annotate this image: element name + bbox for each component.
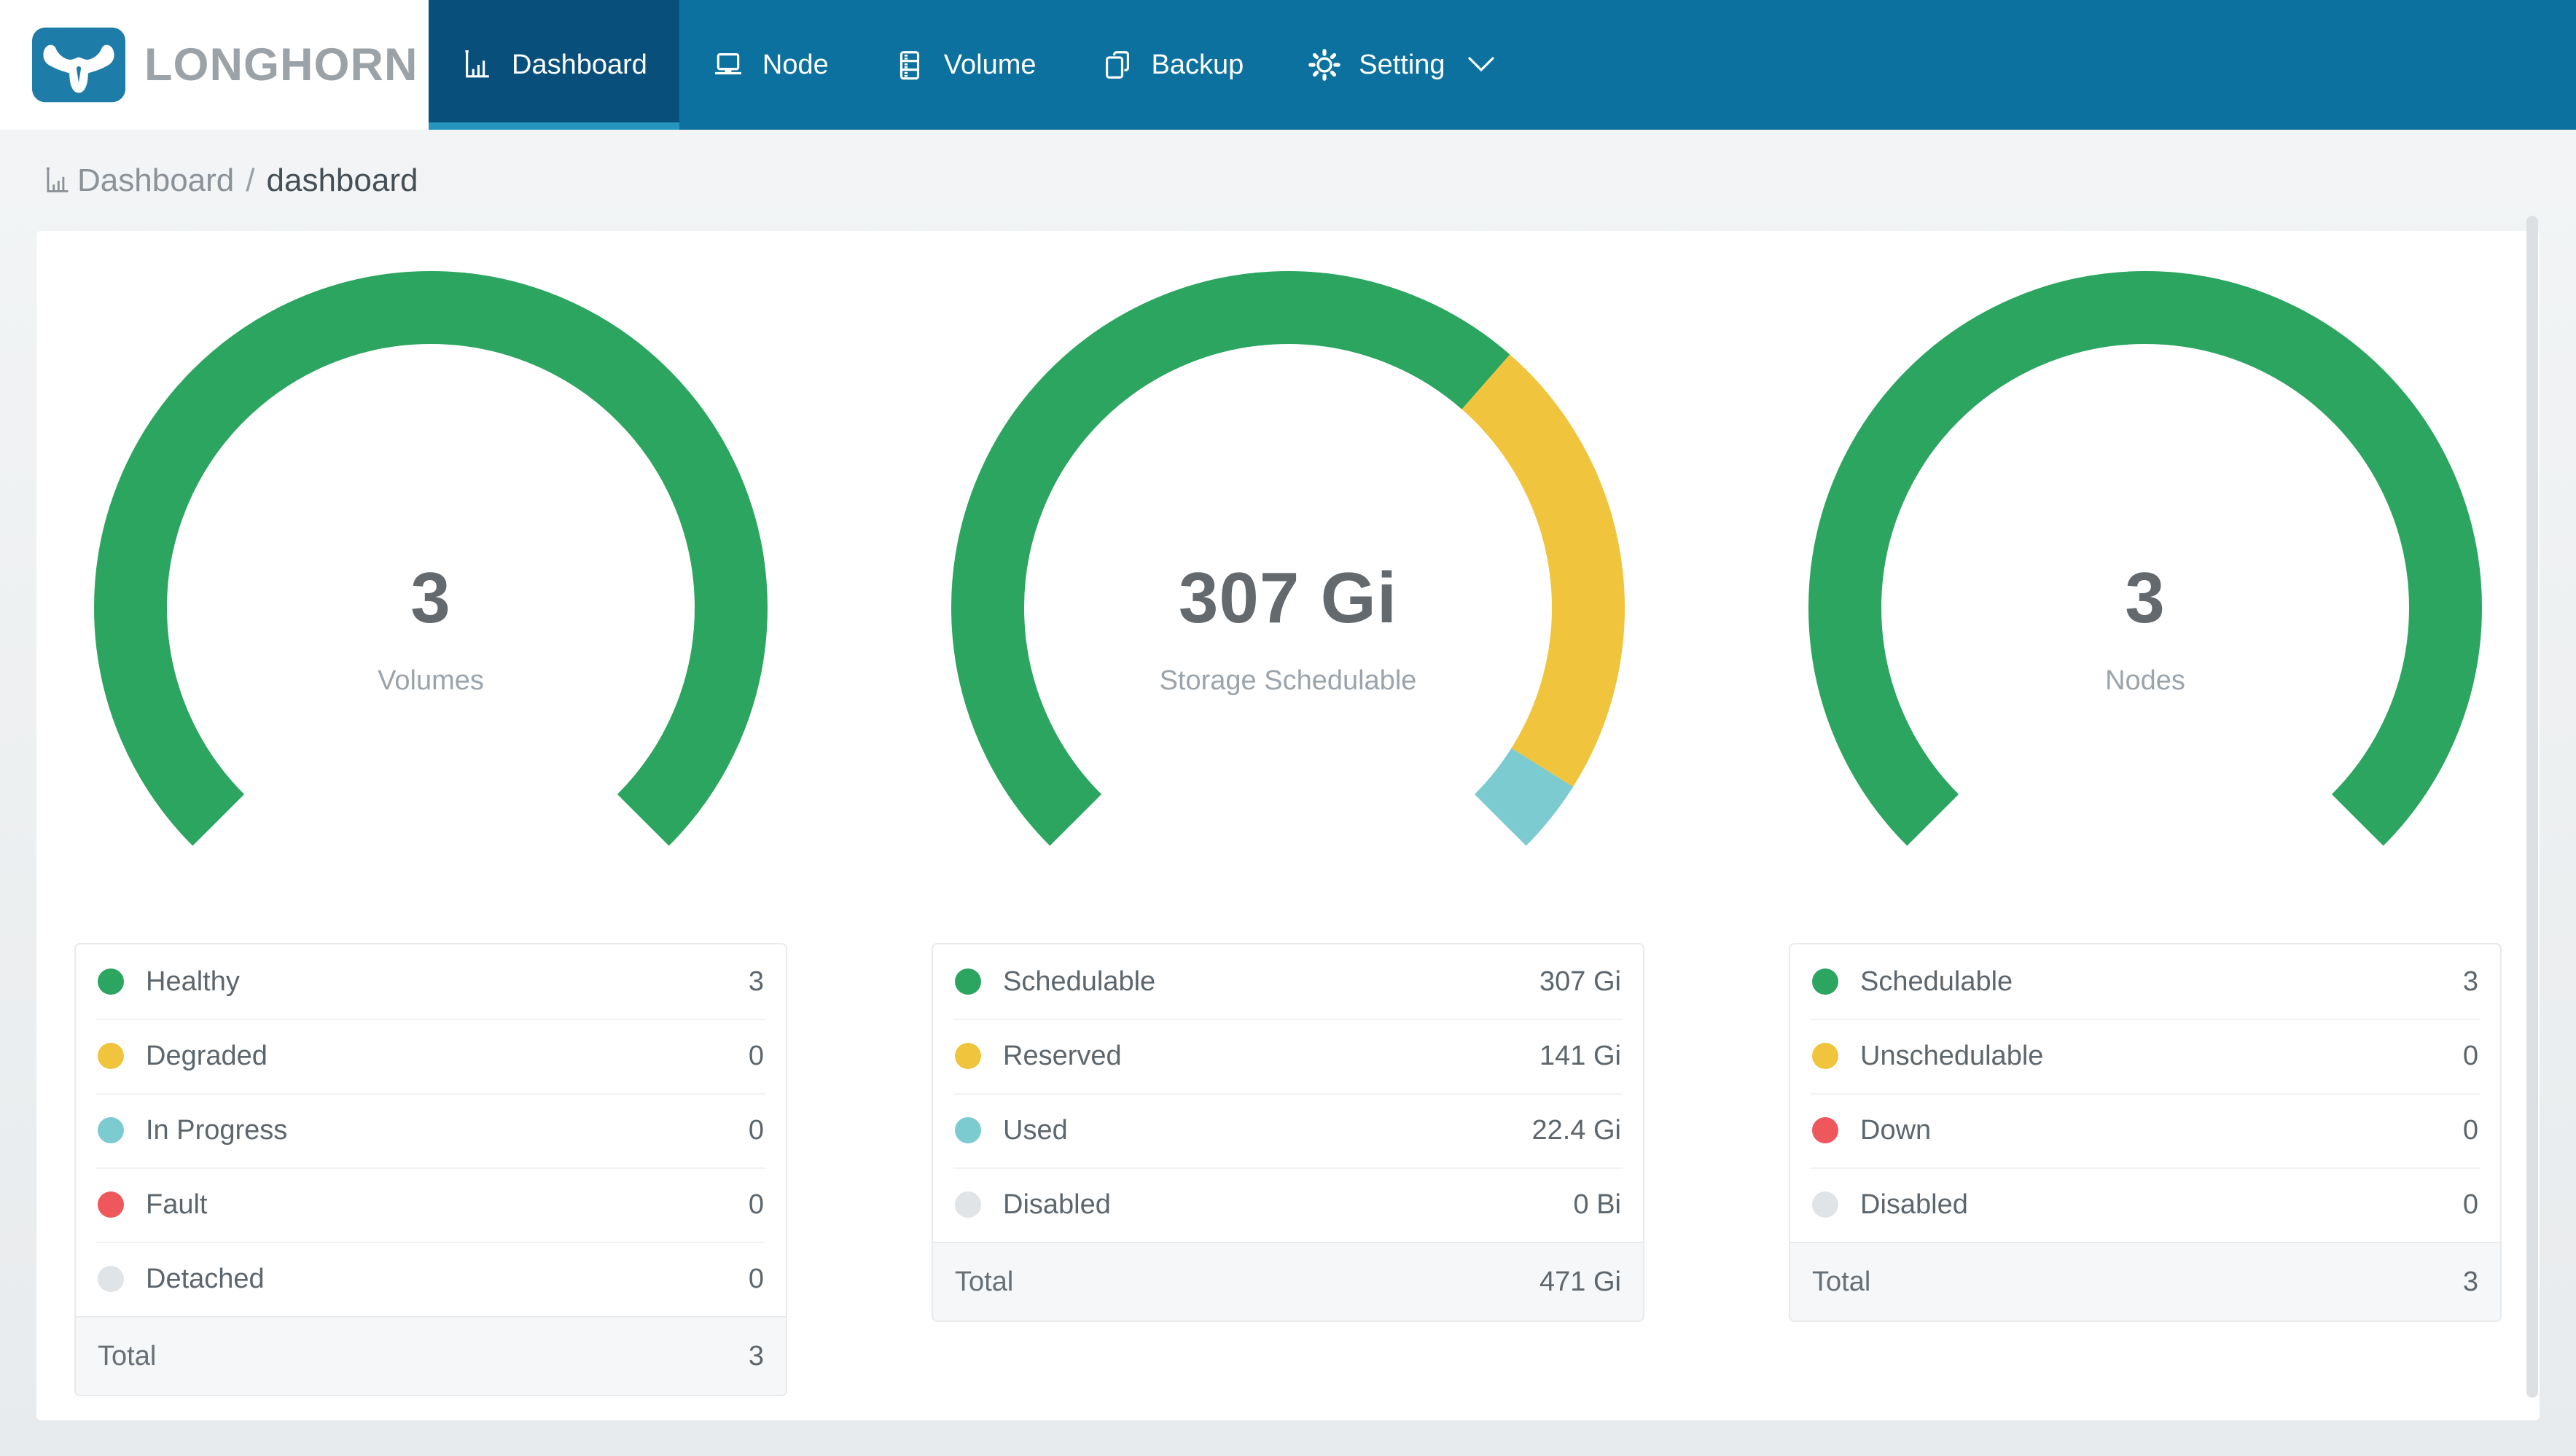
- dashboard-card: 3 Volumes Healthy 3 Degraded 0 In Progre…: [36, 231, 2540, 1420]
- nav-tab-label: Setting: [1359, 49, 1445, 80]
- status-dot: [98, 1266, 124, 1292]
- nodes-panel: 3 Nodes Schedulable 3 Unschedulable 0 Do…: [1789, 271, 2502, 1396]
- volumes-gauge-label: Volumes: [378, 665, 484, 696]
- nav-tab-node[interactable]: Node: [679, 0, 861, 130]
- legend-row-detached: Detached 0: [76, 1242, 786, 1316]
- legend-row-healthy: Healthy 3: [76, 944, 786, 1019]
- legend-total-row: Total 3: [1790, 1242, 2500, 1320]
- nav-tab-label: Volume: [943, 49, 1037, 80]
- status-dot: [1812, 1043, 1838, 1069]
- brand[interactable]: LONGHORN: [0, 0, 429, 130]
- status-dot: [955, 1043, 981, 1069]
- gear-icon: [1308, 48, 1341, 82]
- breadcrumb-separator: /: [246, 162, 255, 198]
- nodes-count: 3: [2125, 557, 2166, 638]
- bar-chart-icon: [461, 48, 494, 82]
- legend-row-degraded: Degraded 0: [76, 1019, 786, 1093]
- legend-row-schedulable: Schedulable 307 Gi: [933, 944, 1643, 1019]
- volumes-count: 3: [410, 557, 451, 638]
- legend-total-row: Total 471 Gi: [933, 1242, 1643, 1320]
- breadcrumb-current-page: dashboard: [266, 162, 418, 198]
- nav-tab-setting[interactable]: Setting: [1276, 0, 1526, 130]
- status-dot: [98, 1043, 124, 1069]
- status-dot: [98, 968, 124, 995]
- storage-gauge: 307 Gi Storage Schedulable: [932, 271, 1644, 943]
- status-dot: [1812, 1191, 1838, 1218]
- nav-tab-backup[interactable]: Backup: [1069, 0, 1276, 130]
- nodes-gauge-label: Nodes: [2105, 665, 2185, 696]
- nav-tab-label: Backup: [1151, 49, 1244, 80]
- vertical-scrollbar[interactable]: [2526, 216, 2538, 1398]
- legend-row-unschedulable: Unschedulable 0: [1790, 1019, 2500, 1093]
- status-dot: [1812, 968, 1838, 995]
- nav-tab-label: Node: [762, 49, 829, 80]
- chevron-down-icon: [1463, 56, 1495, 74]
- breadcrumb-section[interactable]: Dashboard: [77, 163, 234, 199]
- storage-panel: 307 Gi Storage Schedulable Schedulable 3…: [932, 271, 1644, 1396]
- status-dot: [955, 968, 981, 995]
- legend-total-row: Total 3: [76, 1316, 786, 1395]
- status-dot: [98, 1191, 124, 1218]
- copy-icon: [1101, 48, 1134, 82]
- brand-name: LONGHORN: [144, 39, 418, 90]
- status-dot: [955, 1191, 981, 1218]
- legend-row-schedulable: Schedulable 3: [1790, 944, 2500, 1019]
- breadcrumb: Dashboard / dashboard: [0, 130, 2576, 231]
- status-dot: [955, 1117, 981, 1143]
- status-dot: [1812, 1117, 1838, 1143]
- storage-schedulable-value: 307 Gi: [1178, 557, 1398, 638]
- legend-row-disabled: Disabled 0: [1790, 1167, 2500, 1242]
- nodes-legend-table: Schedulable 3 Unschedulable 0 Down 0 Dis…: [1789, 943, 2502, 1322]
- volumes-legend-table: Healthy 3 Degraded 0 In Progress 0 Fault…: [74, 943, 787, 1396]
- database-icon: [893, 48, 926, 82]
- dashboard-content: 3 Volumes Healthy 3 Degraded 0 In Progre…: [0, 231, 2576, 1420]
- nodes-gauge: 3 Nodes: [1789, 271, 2502, 943]
- volumes-gauge: 3 Volumes: [74, 271, 787, 943]
- legend-row-used: Used 22.4 Gi: [933, 1093, 1643, 1167]
- legend-row-in-progress: In Progress 0: [76, 1093, 786, 1167]
- legend-row-fault: Fault 0: [76, 1167, 786, 1242]
- main-nav: Dashboard Node Volume Backup Setting: [429, 0, 1527, 130]
- nav-tab-dashboard[interactable]: Dashboard: [429, 0, 679, 130]
- top-navbar: LONGHORN Dashboard Node Volume Backup Se…: [0, 0, 2576, 130]
- legend-row-down: Down 0: [1790, 1093, 2500, 1167]
- bar-chart-icon: [42, 165, 77, 196]
- laptop-icon: [711, 48, 745, 82]
- legend-row-disabled: Disabled 0 Bi: [933, 1167, 1643, 1242]
- storage-legend-table: Schedulable 307 Gi Reserved 141 Gi Used …: [932, 943, 1644, 1322]
- longhorn-bull-icon: [32, 27, 125, 103]
- nav-tab-volume[interactable]: Volume: [861, 0, 1069, 130]
- nav-tab-label: Dashboard: [512, 49, 647, 80]
- status-dot: [98, 1117, 124, 1143]
- storage-gauge-label: Storage Schedulable: [1159, 665, 1417, 696]
- legend-row-reserved: Reserved 141 Gi: [933, 1019, 1643, 1093]
- volumes-panel: 3 Volumes Healthy 3 Degraded 0 In Progre…: [74, 271, 787, 1396]
